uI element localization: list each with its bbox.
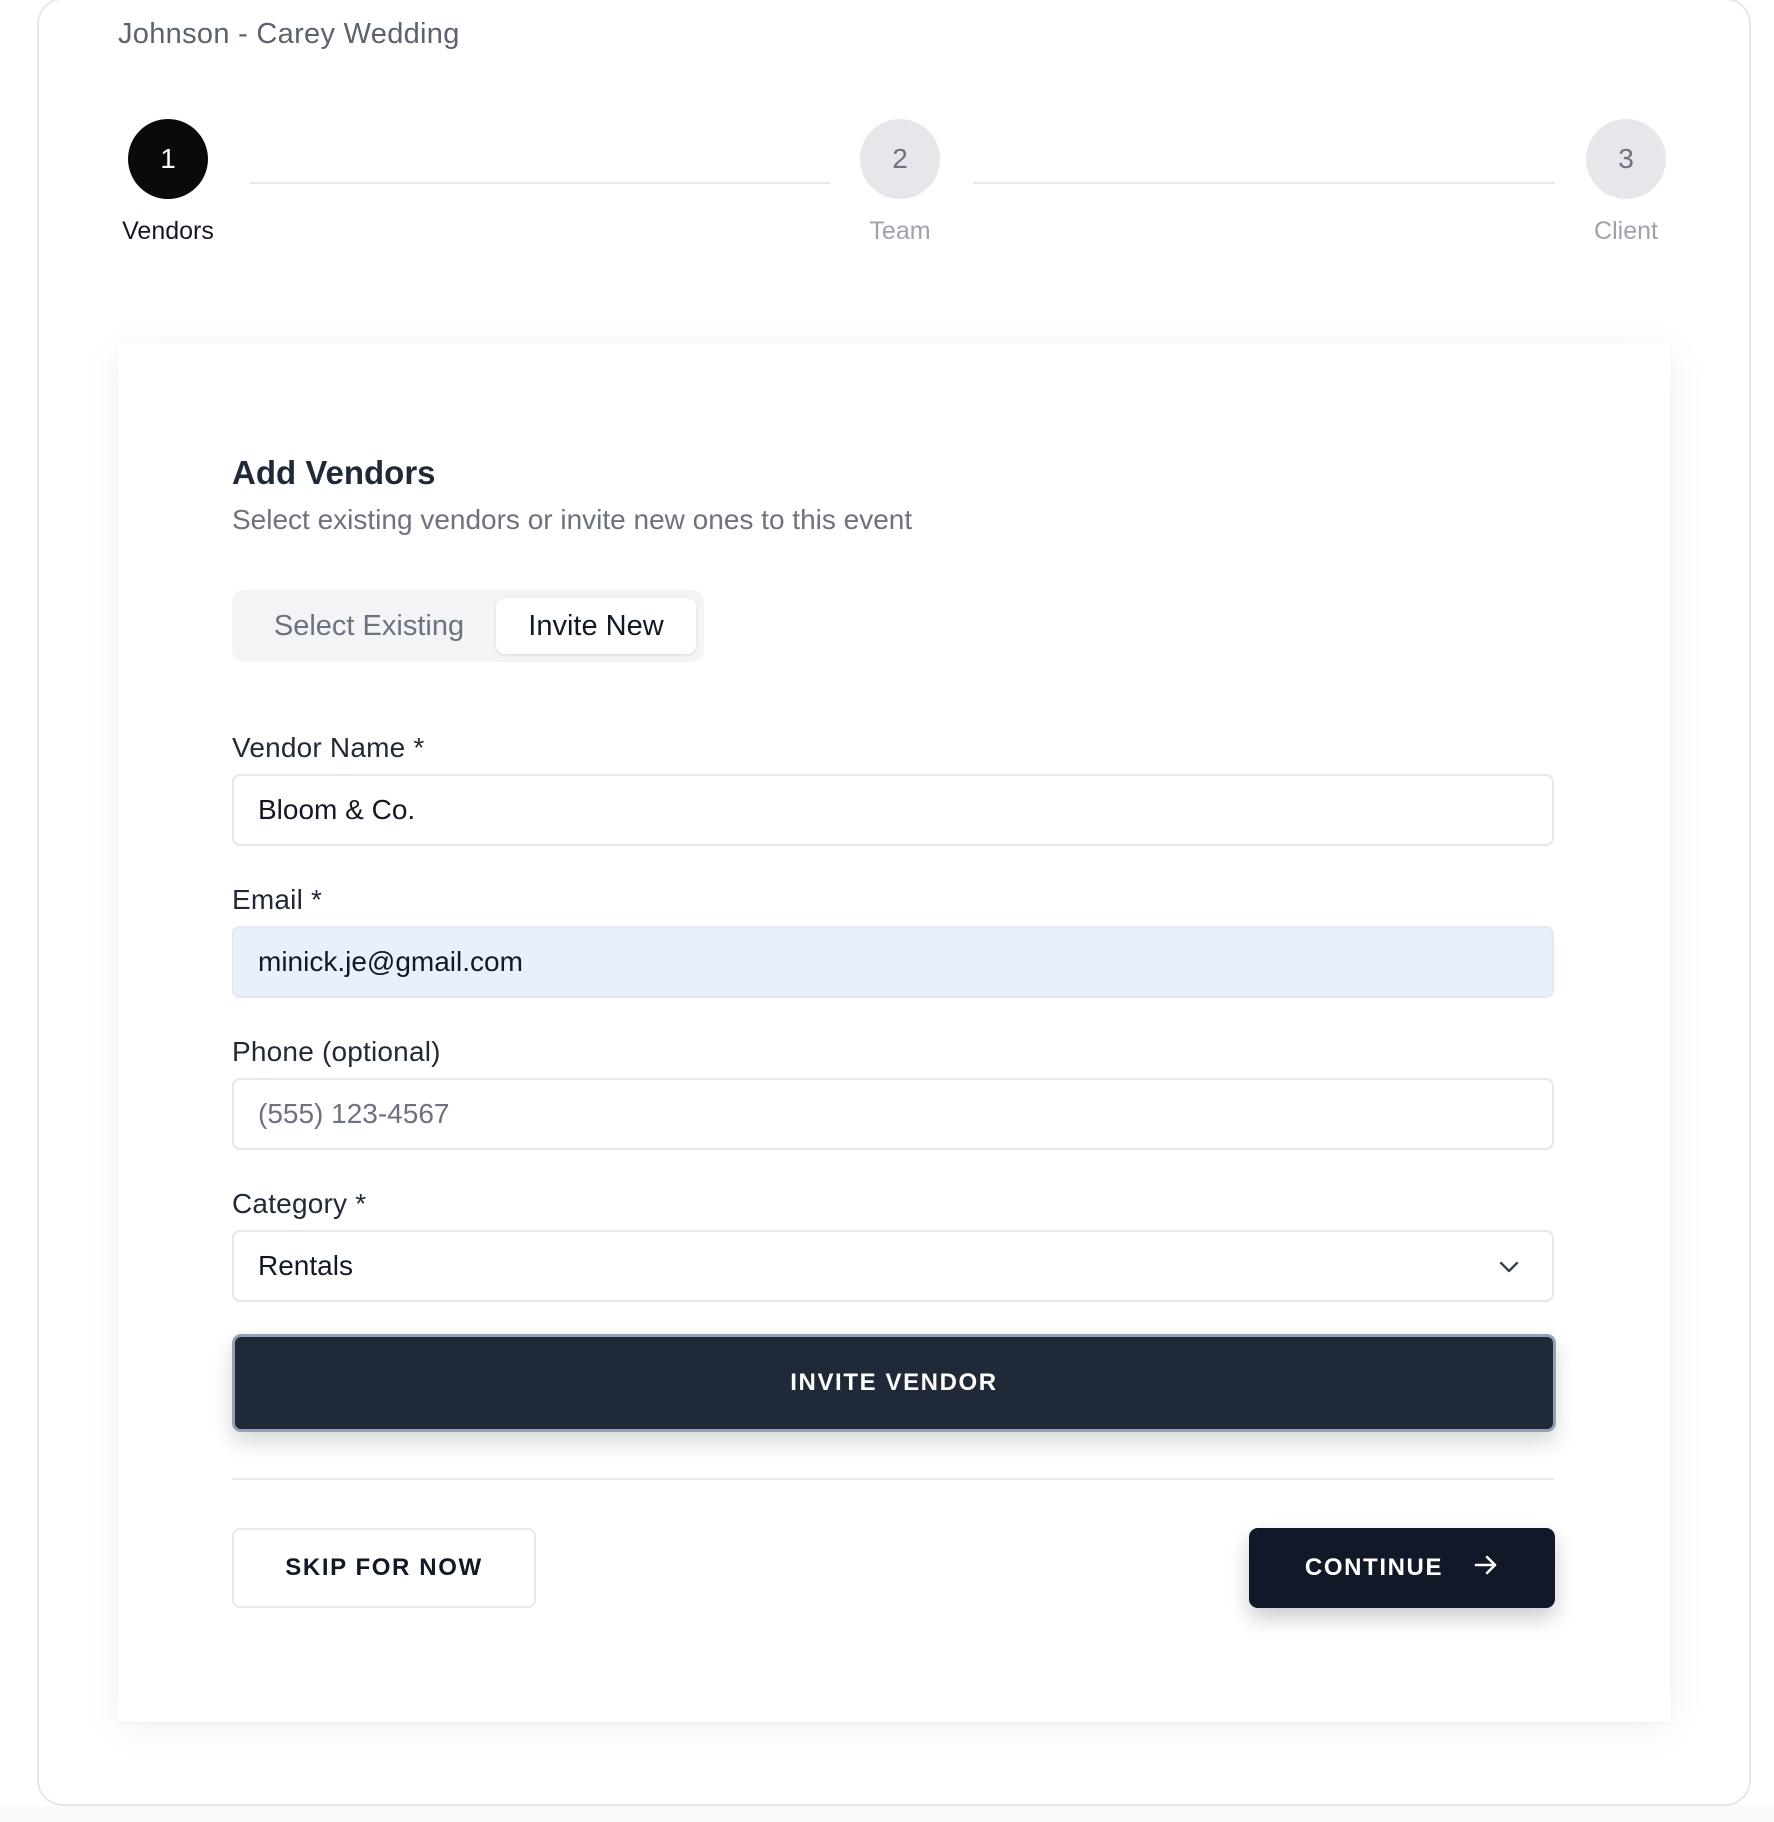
category-label: Category * [232,1188,367,1219]
continue-label: CONTINUE [1304,1554,1444,1581]
invite-vendor-button[interactable]: INVITE VENDOR [232,1334,1556,1432]
email-input[interactable]: minick.je@gmail.com [232,926,1554,998]
email-value: minick.je@gmail.com [258,946,523,977]
add-vendors-card: Add Vendors Select existing vendors or i… [118,344,1670,1722]
chevron-down-icon [1496,1254,1522,1287]
phone-placeholder: (555) 123-4567 [258,1098,450,1129]
skip-for-now-button[interactable]: SKIP FOR NOW [232,1528,536,1608]
phone-label: Phone (optional) [232,1036,441,1067]
step-3-circle: 3 [1586,119,1666,199]
event-title: Johnson - Carey Wedding [118,18,460,50]
vendor-name-input[interactable]: Bloom & Co. [232,774,1554,846]
vendor-mode-toggle: Select Existing Invite New [232,590,704,662]
email-label: Email * [232,884,323,915]
stepper-connector-2 [973,182,1555,184]
step-team[interactable]: 2 Team [842,119,958,246]
category-select[interactable]: Rentals [232,1230,1554,1302]
step-3-label: Client [1594,217,1658,245]
step-client[interactable]: 3 Client [1568,119,1684,246]
category-value: Rentals [258,1250,353,1281]
vendor-name-value: Bloom & Co. [258,794,416,825]
step-1-label: Vendors [122,217,214,245]
phone-input[interactable]: (555) 123-4567 [232,1078,1554,1150]
step-2-label: Team [869,217,931,245]
vendor-name-label: Vendor Name * [232,732,425,763]
divider [232,1478,1554,1480]
card-subtitle: Select existing vendors or invite new on… [232,504,913,535]
tab-invite-new[interactable]: Invite New [496,598,696,654]
continue-button[interactable]: CONTINUE [1249,1528,1555,1608]
step-1-circle: 1 [128,119,208,199]
stepper-connector-1 [250,182,830,184]
arrow-right-icon [1473,1552,1499,1585]
tab-select-existing[interactable]: Select Existing [244,598,494,654]
step-2-circle: 2 [860,119,940,199]
card-title: Add Vendors [232,454,436,491]
bottom-strip [0,1806,1774,1822]
step-vendors[interactable]: 1 Vendors [110,119,226,246]
